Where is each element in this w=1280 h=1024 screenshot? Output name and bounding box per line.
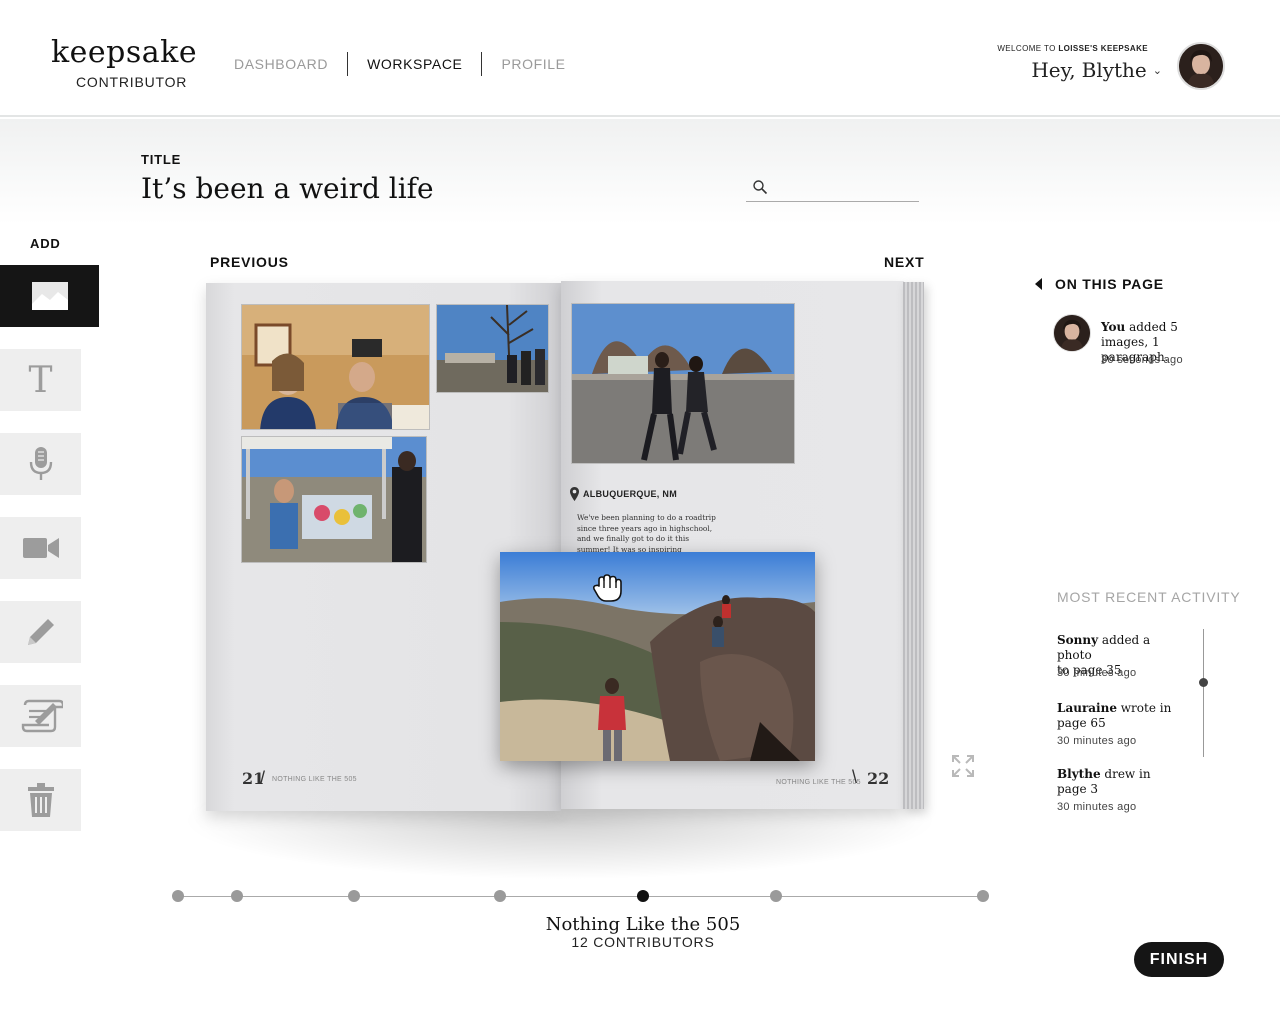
activity-actor: Blythe	[1057, 767, 1101, 781]
logo[interactable]: keepsake CONTRIBUTOR	[51, 35, 198, 91]
search-input[interactable]	[774, 178, 914, 198]
video-camera-icon	[22, 538, 59, 558]
page-edge	[903, 282, 924, 809]
title-label: TITLE	[141, 152, 182, 167]
book-name: Nothing Like the 505	[545, 914, 741, 935]
image-icon	[31, 282, 68, 310]
activity-time: 30 minutes ago	[1057, 667, 1137, 679]
add-label: ADD	[30, 236, 61, 251]
photo-street-dance[interactable]	[571, 303, 795, 464]
timeline-dot[interactable]	[770, 890, 782, 902]
delete-button[interactable]	[0, 769, 81, 831]
logo-wordmark: keepsake	[51, 35, 198, 70]
activity-actor: Lauraine	[1057, 701, 1117, 715]
activity-item[interactable]: Lauraine wrote in page 65	[1057, 701, 1187, 731]
main-nav: DASHBOARD WORKSPACE PROFILE	[234, 52, 566, 76]
search-icon	[753, 180, 768, 195]
add-image-button[interactable]	[0, 265, 99, 327]
right-running-title: NOTHING LIKE THE 505	[776, 779, 861, 786]
activity-text: wrote in	[1120, 701, 1172, 715]
activity-scroll-thumb[interactable]	[1199, 678, 1208, 687]
add-drawing-button[interactable]	[0, 601, 81, 663]
location-tag: ALBUQUERQUE, NM	[570, 487, 677, 501]
photo-park-crowd[interactable]	[436, 304, 549, 393]
activity-scroll-track[interactable]	[1203, 629, 1204, 757]
timeline-dot[interactable]	[348, 890, 360, 902]
add-signature-button[interactable]	[0, 685, 81, 747]
scroll-sign-icon	[21, 699, 63, 733]
activity-text: page 65	[1057, 716, 1106, 730]
timeline-dot-current[interactable]	[637, 890, 649, 902]
nav-dashboard[interactable]: DASHBOARD	[234, 56, 328, 72]
chevron-down-icon: ⌄	[1152, 63, 1162, 77]
add-audio-button[interactable]	[0, 433, 81, 495]
search-box	[746, 176, 919, 202]
grab-cursor-icon	[592, 574, 622, 602]
dragged-photo-canyon[interactable]	[500, 552, 815, 761]
recent-activity-label: MOST RECENT ACTIVITY	[1057, 589, 1241, 605]
activity-item[interactable]: Blythe drew in page 3	[1057, 767, 1187, 797]
contributors-count: 12 CONTRIBUTORS	[571, 934, 715, 950]
timeline-dot[interactable]	[494, 890, 506, 902]
activity-time: 30 minutes ago	[1057, 735, 1137, 747]
page-divider-mark: /	[260, 768, 266, 788]
location-text: ALBUQUERQUE, NM	[583, 489, 677, 499]
welcome-prefix: WELCOME TO	[997, 44, 1056, 53]
activity-actor: You	[1101, 320, 1126, 334]
timeline-dot[interactable]	[172, 890, 184, 902]
photo-food-stand[interactable]	[241, 436, 427, 563]
activity-actor: Sonny	[1057, 633, 1099, 647]
pencil-icon	[27, 619, 54, 645]
activity-text: page 3	[1057, 782, 1099, 796]
activity-time: 30 minutes ago	[1057, 801, 1137, 813]
user-name: Blythe	[1081, 58, 1147, 82]
caret-left-icon	[1035, 278, 1042, 290]
text-icon: T	[28, 359, 53, 401]
welcome-text: WELCOME TO LOISSE'S KEEPSAKE	[997, 44, 1148, 53]
right-page-number: 22	[867, 769, 890, 788]
page-timeline-track	[177, 896, 983, 897]
map-pin-icon	[570, 487, 579, 501]
timeline-dot[interactable]	[977, 890, 989, 902]
on-this-page-toggle[interactable]: ON THIS PAGE	[1035, 276, 1164, 292]
expand-icon[interactable]	[951, 754, 975, 778]
nav-divider	[481, 52, 483, 76]
nav-profile[interactable]: PROFILE	[501, 56, 565, 72]
add-text-button[interactable]: T	[0, 349, 81, 411]
on-this-page-label: ON THIS PAGE	[1055, 276, 1164, 292]
user-menu[interactable]: Hey, Blythe ⌄	[1031, 58, 1162, 82]
nav-divider	[347, 52, 349, 76]
previous-page-button[interactable]: PREVIOUS	[210, 254, 289, 270]
page-paragraph[interactable]: We've been planning to do a roadtrip sin…	[577, 513, 717, 553]
trash-icon	[27, 783, 54, 817]
nav-workspace[interactable]: WORKSPACE	[367, 56, 462, 72]
page-divider-mark: \	[852, 767, 858, 787]
add-video-button[interactable]	[0, 517, 81, 579]
microphone-icon	[29, 447, 52, 480]
activity-time: 30 seconds ago	[1101, 354, 1183, 366]
activity-text: drew in	[1104, 767, 1151, 781]
next-page-button[interactable]: NEXT	[884, 254, 925, 270]
timeline-dot[interactable]	[231, 890, 243, 902]
top-header: keepsake CONTRIBUTOR DASHBOARD WORKSPACE…	[0, 0, 1280, 117]
greeting-text: Hey,	[1031, 58, 1076, 82]
avatar	[1053, 314, 1091, 352]
finish-button[interactable]: FINISH	[1134, 942, 1224, 977]
photo-cafe-friends[interactable]	[241, 304, 430, 430]
book-title-field[interactable]: It’s been a weird life	[141, 172, 434, 205]
left-running-title: NOTHING LIKE THE 505	[272, 776, 357, 783]
avatar[interactable]	[1177, 42, 1225, 90]
logo-subtitle: CONTRIBUTOR	[76, 74, 188, 90]
welcome-book-name: LOISSE'S KEEPSAKE	[1058, 44, 1148, 53]
